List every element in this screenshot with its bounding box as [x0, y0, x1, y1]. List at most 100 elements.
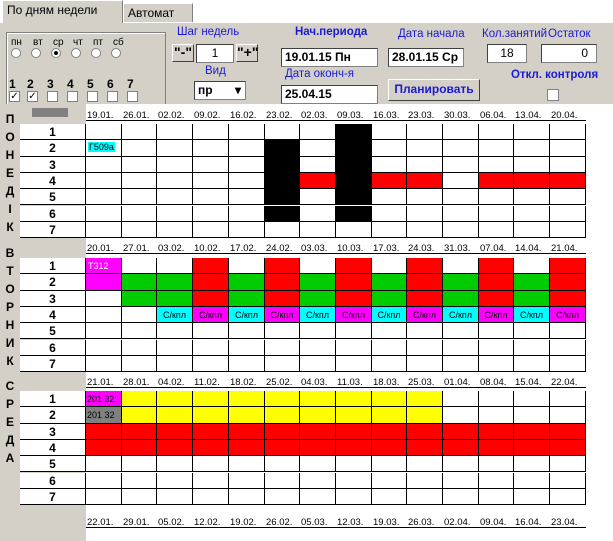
schedule-cell[interactable] [479, 391, 514, 408]
lesson-block[interactable] [336, 189, 372, 206]
lesson-block[interactable] [336, 156, 372, 173]
schedule-cell[interactable] [193, 472, 229, 489]
room-tag[interactable]: Т312 [86, 258, 122, 275]
step-minus-button[interactable]: "-" [172, 44, 194, 62]
schedule-cell[interactable] [479, 189, 514, 206]
day-checkbox[interactable] [87, 91, 98, 102]
lesson-block[interactable] [407, 407, 443, 424]
schedule-cell[interactable] [122, 258, 157, 275]
schedule-cell[interactable] [550, 189, 586, 206]
schedule-cell[interactable] [193, 140, 229, 157]
schedule-cell[interactable] [157, 156, 193, 173]
schedule-cell[interactable] [514, 258, 550, 275]
schedule-cell[interactable] [443, 156, 479, 173]
lesson-block[interactable] [193, 423, 229, 440]
room-tag[interactable]: 201 32 [86, 391, 122, 408]
schedule-cell[interactable] [122, 221, 157, 239]
lesson-block[interactable] [372, 423, 407, 440]
schedule-cell[interactable] [300, 339, 336, 356]
lesson-block[interactable] [265, 205, 300, 222]
lesson-block[interactable] [229, 290, 265, 307]
schedule-cell[interactable] [157, 472, 193, 489]
lesson-block[interactable] [157, 423, 193, 440]
schedule-cell[interactable] [443, 140, 479, 157]
schedule-cell[interactable] [514, 407, 550, 424]
schedule-cell[interactable] [265, 124, 300, 141]
schedule-cell[interactable] [407, 189, 443, 206]
schedule-cell[interactable] [443, 205, 479, 222]
schedule-cell[interactable] [193, 488, 229, 506]
schedule-cell[interactable] [479, 205, 514, 222]
lesson-block[interactable] [479, 290, 514, 307]
lesson-block[interactable] [514, 439, 550, 457]
lesson-block[interactable] [157, 290, 193, 307]
lesson-block[interactable] [336, 407, 372, 424]
schedule-cell[interactable] [229, 124, 265, 141]
schedule-cell[interactable] [479, 140, 514, 157]
schedule-cell[interactable] [443, 407, 479, 424]
lesson-block[interactable] [157, 407, 193, 424]
schedule-cell[interactable] [514, 339, 550, 356]
schedule-cell[interactable] [122, 355, 157, 373]
day-checkbox[interactable] [127, 91, 138, 102]
lesson-block[interactable] [336, 391, 372, 408]
schedule-cell[interactable] [300, 156, 336, 173]
weekday-radio[interactable] [111, 48, 121, 58]
lesson-block[interactable] [479, 258, 514, 275]
schedule-cell[interactable] [443, 488, 479, 506]
lesson-block[interactable] [407, 423, 443, 440]
schedule-cell[interactable] [443, 258, 479, 275]
schedule-cell[interactable] [407, 124, 443, 141]
plan-button[interactable]: Планировать [388, 79, 480, 101]
schedule-cell[interactable] [514, 221, 550, 239]
lesson-block[interactable] [265, 189, 300, 206]
lesson-block[interactable] [550, 290, 586, 307]
schedule-cell[interactable] [514, 124, 550, 141]
lesson-block[interactable] [265, 423, 300, 440]
lesson-block[interactable] [229, 407, 265, 424]
lesson-block[interactable] [550, 439, 586, 457]
day-checkbox[interactable]: ✓ [9, 91, 20, 102]
lesson-block[interactable] [193, 391, 229, 408]
schedule-cell[interactable] [122, 172, 157, 190]
schedule-cell[interactable] [372, 456, 407, 473]
schedule-cell[interactable] [157, 124, 193, 141]
lesson-block[interactable] [407, 172, 443, 190]
lesson-block[interactable] [372, 407, 407, 424]
schedule-cell[interactable] [550, 339, 586, 356]
schedule-cell[interactable] [157, 189, 193, 206]
lesson-block[interactable] [550, 172, 586, 190]
schedule-cell[interactable] [479, 323, 514, 340]
schedule-cell[interactable] [550, 124, 586, 141]
schedule-cell[interactable] [407, 323, 443, 340]
schedule-cell[interactable] [372, 472, 407, 489]
schedule-cell[interactable] [122, 339, 157, 356]
schedule-cell[interactable] [86, 290, 122, 307]
schedule-cell[interactable] [372, 339, 407, 356]
lesson-block[interactable] [514, 172, 550, 190]
schedule-cell[interactable] [479, 456, 514, 473]
schedule-cell[interactable] [193, 355, 229, 373]
schedule-cell[interactable] [336, 323, 372, 340]
schedule-cell[interactable] [300, 355, 336, 373]
schedule-cell[interactable] [300, 189, 336, 206]
schedule-cell[interactable] [443, 221, 479, 239]
schedule-cell[interactable] [443, 172, 479, 190]
schedule-cell[interactable] [86, 488, 122, 506]
schedule-cell[interactable] [514, 355, 550, 373]
schedule-cell[interactable] [193, 156, 229, 173]
schedule-cell[interactable] [407, 339, 443, 356]
schedule-cell[interactable] [229, 339, 265, 356]
lesson-block[interactable] [372, 274, 407, 291]
schedule-cell[interactable] [229, 140, 265, 157]
lesson-block[interactable] [479, 274, 514, 291]
schedule-cell[interactable] [122, 472, 157, 489]
schedule-cell[interactable] [407, 355, 443, 373]
schedule-cell[interactable] [550, 407, 586, 424]
schedule-cell[interactable] [443, 339, 479, 356]
lesson-block[interactable] [336, 172, 372, 190]
schedule-cell[interactable] [514, 156, 550, 173]
lesson-block[interactable] [122, 407, 157, 424]
lesson-block[interactable] [336, 205, 372, 222]
schedule-cell[interactable] [514, 140, 550, 157]
